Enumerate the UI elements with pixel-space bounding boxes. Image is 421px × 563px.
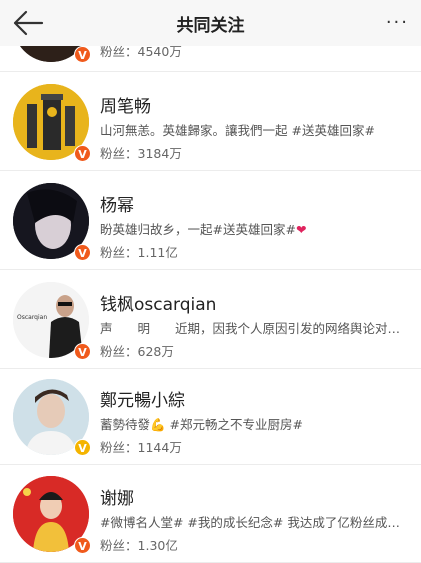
user-description: 山河無恙。英雄歸家。讓我們一起 #送英雄回家# xyxy=(100,123,375,138)
user-name[interactable]: 周笔畅 xyxy=(100,92,151,117)
verified-badge-icon: V xyxy=(74,343,91,360)
verified-badge-icon: V xyxy=(74,439,91,456)
user-name[interactable]: 杨幂 xyxy=(100,191,134,216)
user-name[interactable]: 钱枫oscarqian xyxy=(100,290,216,315)
fans-count: 粉丝：628万 xyxy=(100,344,174,359)
user-description: 盼英雄归故乡，一起#送英雄回家#❤ xyxy=(100,222,307,237)
list-item[interactable]: V 谢娜 #微博名人堂# #我的成长纪念# 我达成了亿粉丝成… 粉丝：1.30亿 xyxy=(0,466,421,563)
list-item[interactable]: V 鄭元暢小綜 蓄勢待發💪 #郑元畅之不专业厨房# 粉丝：1144万 xyxy=(0,370,421,465)
heart-icon: ❤ xyxy=(295,222,307,237)
more-options-icon[interactable]: ··· xyxy=(386,12,409,33)
user-description: 声 明 近期，因我个人原因引发的网络舆论对… xyxy=(100,321,401,336)
fans-count: 粉丝：3184万 xyxy=(100,146,182,161)
user-name[interactable]: 鄭元暢小綜 xyxy=(100,386,185,411)
fans-count: 粉丝：1.30亿 xyxy=(100,538,178,553)
user-name[interactable]: 谢娜 xyxy=(100,484,134,509)
verified-badge-icon: V xyxy=(74,46,91,63)
list-item[interactable]: V 周笔畅 山河無恙。英雄歸家。讓我們一起 #送英雄回家# 粉丝：3184万 xyxy=(0,73,421,171)
user-description: 蓄勢待發💪 #郑元畅之不专业厨房# xyxy=(100,417,303,432)
nav-header: 共同关注 ··· xyxy=(0,0,421,46)
fans-count: 粉丝：1144万 xyxy=(100,440,182,455)
verified-badge-icon: V xyxy=(74,244,91,261)
page-title: 共同关注 xyxy=(176,16,245,36)
list-item[interactable]: Oscarqian V 钱枫oscarqian 声 明 近期，因我个人原因引发的… xyxy=(0,271,421,369)
verified-badge-icon: V xyxy=(74,537,91,554)
avatar-text: Oscarqian xyxy=(17,314,48,321)
verified-badge-icon: V xyxy=(74,145,91,162)
fans-count: 粉丝：1.11亿 xyxy=(100,245,178,260)
list-item[interactable]: V 杨幂 盼英雄归故乡，一起#送英雄回家#❤ 粉丝：1.11亿 xyxy=(0,172,421,270)
user-description: #微博名人堂# #我的成长纪念# 我达成了亿粉丝成… xyxy=(100,515,400,530)
